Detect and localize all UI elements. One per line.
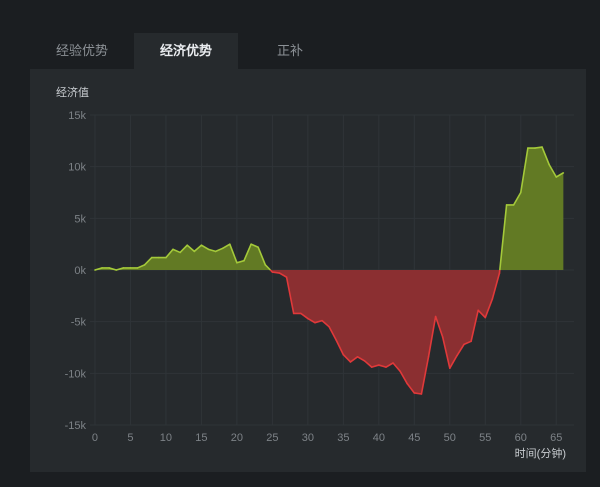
data-point bbox=[399, 370, 401, 373]
data-point bbox=[292, 312, 295, 315]
data-point bbox=[519, 191, 522, 194]
tab-economy-advantage[interactable]: 经济优势 bbox=[134, 33, 238, 69]
x-tick-label: 25 bbox=[266, 432, 278, 444]
x-tick-label: 60 bbox=[515, 432, 527, 444]
data-point bbox=[449, 367, 451, 369]
y-tick-label: 15k bbox=[68, 110, 86, 122]
x-tick-label: 40 bbox=[373, 432, 385, 444]
data-point bbox=[392, 362, 394, 364]
data-point bbox=[299, 312, 302, 315]
positive-area bbox=[94, 244, 271, 270]
data-point bbox=[434, 315, 437, 318]
data-point bbox=[498, 272, 501, 274]
data-point bbox=[314, 321, 316, 324]
data-point bbox=[484, 316, 487, 319]
x-tick-label: 35 bbox=[337, 432, 349, 444]
data-point bbox=[236, 261, 238, 264]
x-tick-label: 20 bbox=[231, 432, 243, 444]
data-point bbox=[207, 248, 210, 251]
y-tick-label: 5k bbox=[74, 213, 86, 225]
data-point bbox=[541, 146, 543, 148]
x-axis-title: 时间(分钟) bbox=[515, 446, 566, 460]
data-point bbox=[470, 340, 472, 343]
data-point bbox=[406, 382, 409, 385]
data-point bbox=[229, 243, 231, 245]
data-point bbox=[527, 147, 529, 149]
data-point bbox=[264, 264, 267, 266]
data-point bbox=[321, 319, 323, 322]
data-point bbox=[534, 147, 536, 149]
data-point bbox=[143, 264, 146, 266]
data-point bbox=[129, 267, 132, 269]
x-tick-label: 0 bbox=[92, 432, 98, 444]
data-point bbox=[158, 256, 160, 259]
data-point bbox=[356, 356, 359, 358]
data-point bbox=[335, 339, 338, 342]
data-point bbox=[193, 250, 196, 253]
data-point bbox=[200, 244, 203, 246]
data-point bbox=[512, 204, 515, 206]
data-point bbox=[328, 326, 330, 328]
economy-chart: 经济值 15k 10k 5k 0k -5k -10k -15k 0 5 10 15 20 25 30 35 4… bbox=[56, 85, 574, 460]
x-tick-label: 55 bbox=[479, 432, 491, 444]
data-point bbox=[477, 309, 479, 312]
data-point bbox=[548, 163, 550, 166]
data-point bbox=[505, 204, 508, 206]
data-point bbox=[413, 392, 416, 394]
data-point bbox=[463, 343, 465, 346]
x-tick-label: 45 bbox=[408, 432, 420, 444]
x-tick-label: 15 bbox=[195, 432, 207, 444]
data-point bbox=[172, 248, 174, 251]
y-tick-label: -10k bbox=[65, 368, 87, 380]
data-point bbox=[342, 353, 345, 356]
data-point bbox=[307, 317, 309, 320]
chart-panel: 经济值 15k 10k 5k 0k -5k -10k -15k 0 5 10 15 20 25 30 35 4… bbox=[30, 69, 586, 472]
positive-area bbox=[499, 147, 564, 270]
tab-last-hits[interactable]: 正补 bbox=[238, 33, 342, 69]
data-point bbox=[136, 267, 139, 269]
data-point bbox=[150, 256, 153, 259]
data-point bbox=[363, 360, 366, 362]
y-tick-label: 10k bbox=[68, 162, 86, 174]
x-tick-label: 65 bbox=[550, 432, 562, 444]
data-point bbox=[165, 256, 167, 259]
data-point bbox=[278, 272, 281, 274]
data-point bbox=[108, 267, 110, 269]
tab-experience-advantage[interactable]: 经验优势 bbox=[30, 33, 134, 69]
data-point bbox=[101, 267, 103, 269]
data-point bbox=[250, 243, 252, 245]
data-point bbox=[420, 393, 423, 395]
data-point bbox=[214, 250, 217, 253]
data-point bbox=[179, 251, 181, 254]
data-point bbox=[243, 259, 245, 262]
x-tick-label: 30 bbox=[302, 432, 314, 444]
x-tick-label: 50 bbox=[444, 432, 456, 444]
x-tick-label: 5 bbox=[127, 432, 133, 444]
x-tick-label: 10 bbox=[160, 432, 172, 444]
data-point bbox=[491, 298, 494, 300]
data-point bbox=[186, 244, 189, 246]
data-point bbox=[271, 271, 274, 273]
data-point bbox=[122, 267, 125, 269]
data-point bbox=[285, 276, 288, 279]
data-point bbox=[94, 269, 96, 271]
data-point bbox=[370, 366, 373, 368]
y-tick-label: -5k bbox=[71, 317, 87, 329]
data-point bbox=[456, 354, 458, 357]
data-point bbox=[441, 336, 444, 338]
negative-area bbox=[270, 270, 500, 394]
data-point bbox=[221, 247, 224, 250]
data-point bbox=[385, 366, 387, 368]
y-tick-label: -15k bbox=[65, 420, 87, 432]
data-point bbox=[115, 269, 118, 271]
data-point bbox=[378, 364, 380, 366]
data-point bbox=[257, 246, 259, 249]
y-axis-title: 经济值 bbox=[56, 85, 89, 99]
data-point bbox=[562, 172, 565, 174]
tab-bar: 经验优势 经济优势 正补 bbox=[30, 33, 342, 69]
y-tick-label: 0k bbox=[74, 265, 86, 277]
data-point bbox=[349, 361, 352, 363]
data-point bbox=[555, 176, 558, 178]
data-point bbox=[427, 356, 430, 358]
